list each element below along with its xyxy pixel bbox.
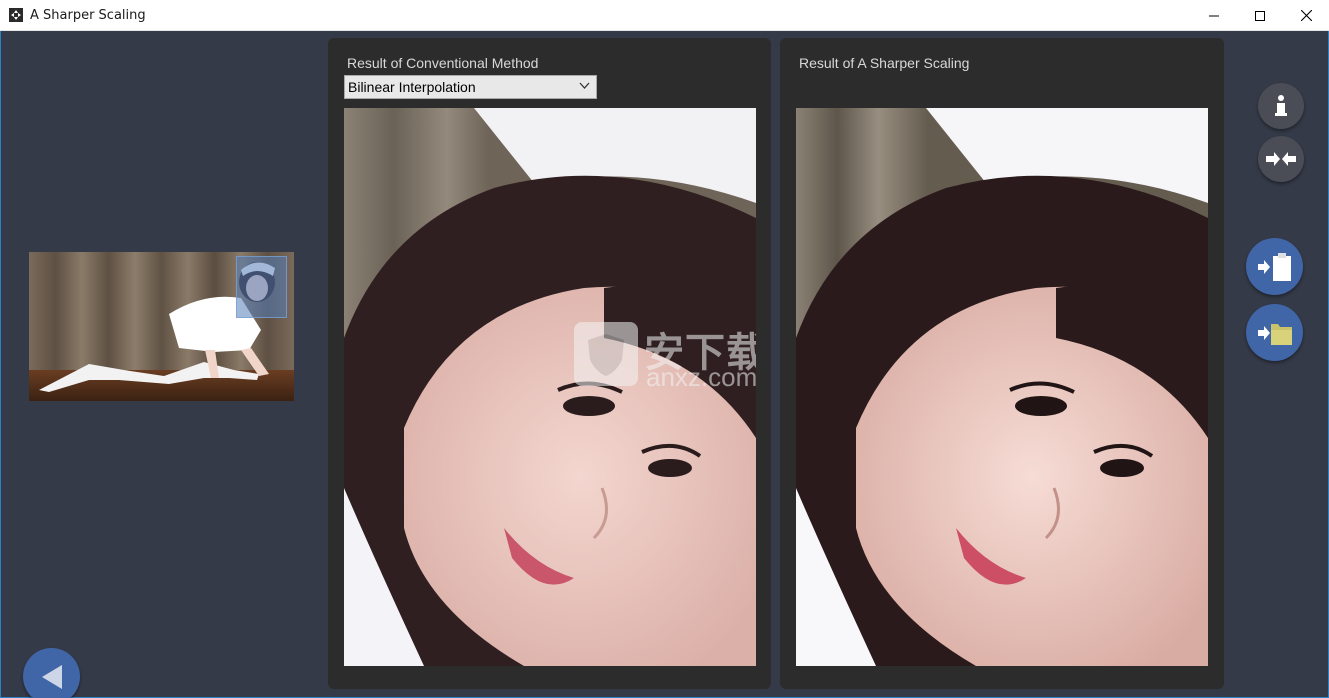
back-button[interactable] [23,648,80,698]
chevron-down-icon [579,82,590,89]
sharper-result-panel: Result of A Sharper Scaling [780,38,1224,689]
source-thumbnail[interactable] [29,252,294,401]
clipboard-icon [1257,252,1291,281]
back-arrow-icon [41,664,62,689]
close-button[interactable] [1283,0,1329,31]
sharper-result-image [796,108,1208,666]
minimize-button[interactable] [1191,0,1237,31]
conventional-result-image: 安下载 anxz.com [344,108,756,666]
close-icon [1300,10,1312,21]
interpolation-method-value: Bilinear Interpolation [348,79,476,95]
folder-icon [1257,323,1292,345]
compare-button[interactable] [1258,136,1304,182]
watermark-domain-text: anxz.com [646,362,756,392]
maximize-button[interactable] [1237,0,1283,31]
watermark: 安下载 anxz.com [572,320,756,392]
conventional-result-panel: Result of Conventional Method Bilinear I… [328,38,771,689]
minimize-icon [1209,15,1219,16]
info-icon [1275,95,1287,116]
maximize-icon [1255,10,1265,21]
interpolation-method-select[interactable]: Bilinear Interpolation [344,75,597,99]
paste-from-clipboard-button[interactable] [1246,238,1303,295]
window-title: A Sharper Scaling [30,8,146,23]
shield-icon [574,322,638,386]
compare-arrows-icon [1266,152,1296,166]
conventional-panel-title: Result of Conventional Method [347,55,539,71]
app-icon [9,8,23,22]
open-file-button[interactable] [1246,304,1303,361]
info-button[interactable] [1258,83,1304,129]
main-area: Result of Conventional Method Bilinear I… [0,31,1329,698]
sharper-panel-title: Result of A Sharper Scaling [799,55,970,71]
title-bar: A Sharper Scaling [0,0,1329,31]
zoom-region-indicator[interactable] [236,256,287,318]
